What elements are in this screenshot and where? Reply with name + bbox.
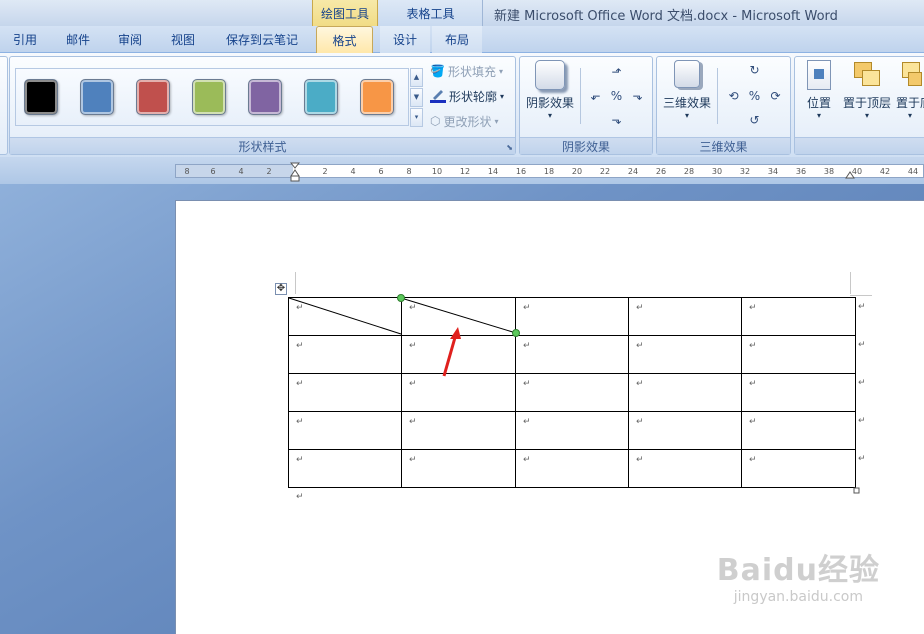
red-arrow-head xyxy=(450,327,461,339)
diagonal-line-selected xyxy=(400,297,517,334)
watermark-url: jingyan.baidu.com xyxy=(733,589,863,605)
diagonal-line-cell-1 xyxy=(288,297,402,335)
red-arrow-shaft xyxy=(442,333,458,377)
watermark-brand: Baidu经验 xyxy=(716,553,880,588)
table-resize-handle xyxy=(853,487,860,494)
paragraph-mark: ↵ xyxy=(296,492,304,502)
line-end-handle xyxy=(512,329,520,337)
table-overlay xyxy=(288,294,860,494)
line-start-handle xyxy=(397,294,405,302)
baidu-watermark: Baidu经验 jingyan.baidu.com xyxy=(717,545,880,605)
